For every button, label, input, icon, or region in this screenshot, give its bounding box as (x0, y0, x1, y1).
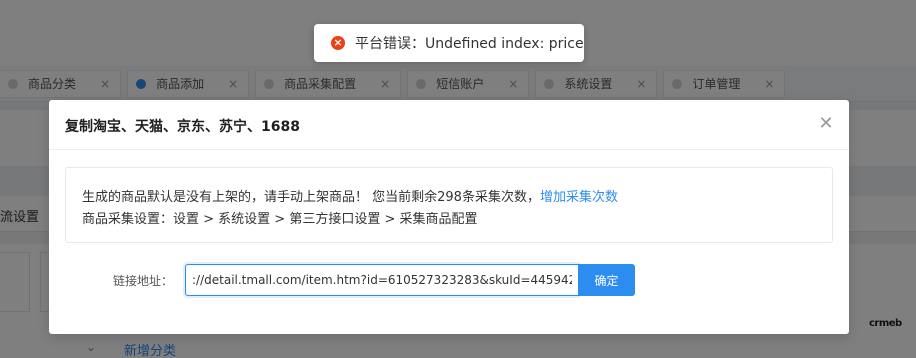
notice-box: 生成的商品默认是没有上架的，请手动上架商品！ 您当前剩余298条采集次数，增加采… (65, 167, 833, 243)
link-address-input[interactable] (185, 264, 578, 296)
confirm-button[interactable]: 确定 (578, 264, 635, 296)
link-address-label: 链接地址： (113, 274, 174, 288)
close-icon[interactable]: ✕ (817, 115, 835, 133)
notice-line: 生成的商品默认是没有上架的，请手动上架商品！ 您当前剩余298条采集次数，增加采… (82, 186, 618, 205)
error-toast: × 平台错误：Undefined index: price (314, 24, 584, 62)
modal-header: 复制淘宝、天猫、京东、苏宁、1688 ✕ (49, 100, 849, 150)
notice-path: 商品采集设置：设置 > 系统设置 > 第三方接口设置 > 采集商品配置 (82, 212, 478, 227)
toast-message: 平台错误：Undefined index: price (355, 36, 584, 52)
error-icon: × (331, 36, 345, 50)
add-collect-count-link[interactable]: 增加采集次数 (540, 190, 618, 205)
collect-product-modal: 复制淘宝、天猫、京东、苏宁、1688 ✕ 生成的商品默认是没有上架的，请手动上架… (49, 100, 849, 334)
modal-title: 复制淘宝、天猫、京东、苏宁、1688 (65, 119, 300, 135)
notice-text: 生成的商品默认是没有上架的，请手动上架商品！ 您当前剩余298条采集次数， (82, 190, 540, 205)
